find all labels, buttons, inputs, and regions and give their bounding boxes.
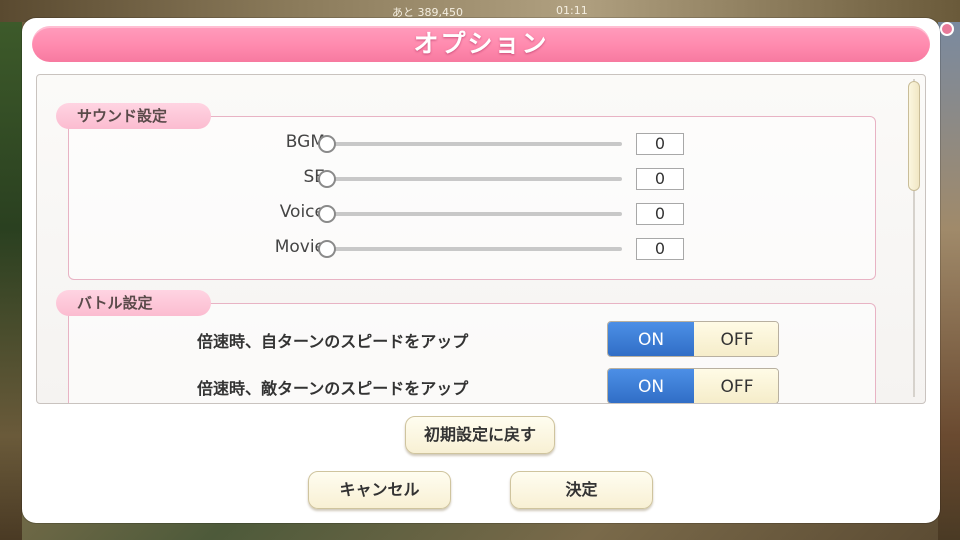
slider-knob-voice[interactable] <box>318 205 336 223</box>
close-icon[interactable] <box>940 22 954 36</box>
slider-knob-se[interactable] <box>318 170 336 188</box>
settings-scroll-panel[interactable]: サウンド設定 BGM 0 SE 0 Voice 0 Movie 0 バトル設定 倍速時、自ター… <box>36 74 926 404</box>
dialog-title: オプション <box>413 29 549 58</box>
slider-value-bgm[interactable]: 0 <box>636 133 684 155</box>
slider-knob-bgm[interactable] <box>318 135 336 153</box>
toggle-off-button[interactable]: OFF <box>694 369 778 403</box>
toggle-label-1: 倍速時、自ターンのスピードをアップ <box>197 332 469 351</box>
slider-value-voice[interactable]: 0 <box>636 203 684 225</box>
sound-settings-box <box>68 116 876 280</box>
confirm-button[interactable]: 決定 <box>510 471 653 509</box>
toggle-on-button[interactable]: ON <box>608 322 694 356</box>
slider-label-movie: Movie <box>274 237 325 257</box>
background-time: 01:11 <box>556 4 588 17</box>
toggle-switch-1[interactable]: ON OFF <box>607 321 779 357</box>
slider-label-se: SE <box>303 167 325 187</box>
background-left <box>0 22 22 540</box>
slider-track-bgm[interactable] <box>327 142 622 146</box>
toggle-on-button[interactable]: ON <box>608 369 694 403</box>
toggle-switch-2[interactable]: ON OFF <box>607 368 779 403</box>
slider-track-movie[interactable] <box>327 247 622 251</box>
slider-value-se[interactable]: 0 <box>636 168 684 190</box>
background-right <box>938 22 960 540</box>
slider-value-movie[interactable]: 0 <box>636 238 684 260</box>
options-dialog: オプション サウンド設定 BGM 0 SE 0 Voice 0 Movie 0 バトル設定 倍… <box>22 18 940 523</box>
cancel-button[interactable]: キャンセル <box>308 471 451 509</box>
title-bar: オプション <box>32 26 930 62</box>
battle-settings-tab: バトル設定 <box>56 290 211 316</box>
slider-track-voice[interactable] <box>327 212 622 216</box>
sound-settings-tab: サウンド設定 <box>56 103 211 129</box>
slider-knob-movie[interactable] <box>318 240 336 258</box>
slider-label-voice: Voice <box>279 202 325 222</box>
slider-track-se[interactable] <box>327 177 622 181</box>
scrollbar-thumb[interactable] <box>908 81 920 191</box>
slider-label-bgm: BGM <box>285 132 325 152</box>
toggle-label-2: 倍速時、敵ターンのスピードをアップ <box>197 379 469 398</box>
reset-defaults-button[interactable]: 初期設定に戻す <box>405 416 555 454</box>
toggle-off-button[interactable]: OFF <box>694 322 778 356</box>
